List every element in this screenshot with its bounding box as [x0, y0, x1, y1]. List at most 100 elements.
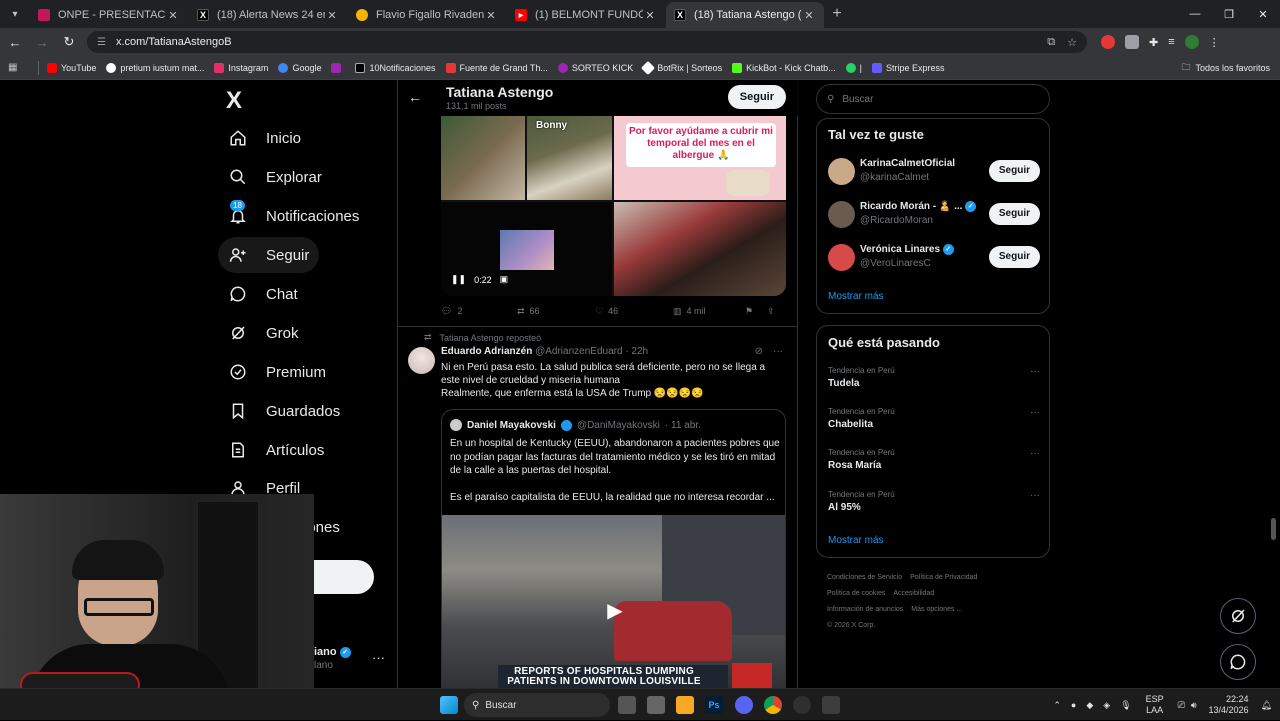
browser-tab[interactable]: ONPE - PRESENTACIÓN DE RES✕ [30, 2, 188, 28]
suggestion-item[interactable]: KarinaCalmetOficial @karinaCalmet Seguir [828, 156, 1040, 186]
follow-button[interactable]: Seguir [727, 85, 786, 109]
address-bar[interactable]: ☰ x.com/TatianaAstengoB ⧉ ☆ [87, 31, 1087, 53]
star-icon[interactable]: ☆ [1067, 36, 1077, 49]
extension-icon[interactable] [1125, 35, 1139, 49]
network-icon[interactable]: ⎚ [1178, 700, 1185, 711]
tray-app-icon[interactable]: ◆ [1086, 700, 1093, 711]
post-author[interactable]: Eduardo Adrianzén @AdrianzenEduard · 22h [441, 346, 648, 357]
account-name[interactable]: iano ✓ [314, 646, 351, 658]
tray-app-icon[interactable]: ◈ [1103, 700, 1110, 711]
more-icon[interactable]: ··· [773, 346, 783, 357]
search-input[interactable]: ⚲ Buscar [816, 84, 1050, 114]
app-icon[interactable] [647, 696, 665, 714]
close-window-button[interactable]: ✕ [1246, 0, 1280, 28]
close-tab-icon[interactable]: ✕ [484, 9, 498, 22]
forward-button[interactable]: → [30, 30, 54, 54]
repost-button[interactable]: ⇄ 66 [517, 306, 595, 317]
video-controls[interactable]: ❚❚ 0:22 ▣ [451, 274, 508, 285]
trend-item[interactable]: Tendencia en Perú Rosa María ··· [828, 448, 1040, 484]
bookmark-pretium[interactable]: pretium iustum mat... [106, 62, 204, 73]
more-icon[interactable]: ··· [1030, 366, 1040, 377]
menu-icon[interactable]: ⋮ [1209, 36, 1220, 49]
browser-tab[interactable]: Flavio Figallo Rivadeneyra es el✕ [348, 2, 506, 28]
site-info-icon[interactable]: ☰ [97, 37, 106, 48]
browser-tab-active[interactable]: X(18) Tatiana Astengo (@Tatiana✕ [666, 2, 824, 28]
task-view-icon[interactable] [618, 696, 636, 714]
quoted-post[interactable]: Daniel Mayakovski ✓ @DaniMayakovski · 11 a… [441, 409, 786, 688]
notifications-icon[interactable]: 🔔︎ [1261, 700, 1272, 711]
windows-start-icon[interactable] [440, 696, 458, 714]
all-bookmarks-folder[interactable]: 🗀 Todos los favoritos [1181, 60, 1270, 76]
bookmark-botrix[interactable]: BotRix | Sorteos [641, 60, 722, 75]
close-tab-icon[interactable]: ✕ [802, 9, 816, 22]
tab-search-button[interactable]: ▾ [4, 3, 26, 25]
maximize-button[interactable]: ❐ [1212, 0, 1246, 28]
avatar-icon[interactable] [1184, 35, 1199, 49]
bookmark-sorteo-kick[interactable]: SORTEO KICK [557, 62, 633, 73]
file-explorer-icon[interactable] [676, 696, 694, 714]
reply-button[interactable]: 💬︎ 2 [441, 306, 517, 317]
page-scrollbar[interactable] [1271, 518, 1276, 540]
grok-icon[interactable]: ⊘ [755, 346, 763, 357]
bookmark-10notificaciones[interactable]: 10Notificaciones [355, 62, 436, 73]
trend-item[interactable]: Tendencia en Perú Tudela ··· [828, 366, 1040, 402]
chrome-icon[interactable] [764, 696, 782, 714]
nav-chat[interactable]: Chat [218, 276, 308, 312]
browser-tab[interactable]: ▶(1) BELMONT FUNDÓ LA TELET✕ [507, 2, 665, 28]
follow-button[interactable]: Seguir [988, 160, 1040, 182]
photoshop-icon[interactable]: Ps [705, 696, 723, 714]
apps-icon[interactable]: ▦ [8, 62, 22, 73]
language-indicator[interactable]: ESP LAA [1146, 694, 1164, 716]
share-button[interactable]: ⇪ [767, 306, 775, 317]
bookmark-youtube[interactable]: YouTube [47, 62, 96, 73]
trends-show-more-link[interactable]: Mostrar más [828, 535, 884, 546]
microphone-icon[interactable]: 🎙︎ [1120, 700, 1131, 711]
bookmark-purple[interactable] [331, 62, 345, 73]
follow-button[interactable]: Seguir [988, 246, 1040, 268]
nav-home[interactable]: Inicio [218, 120, 311, 156]
nav-premium[interactable]: Premium [218, 354, 336, 390]
account-menu-icon[interactable]: ··· [372, 650, 385, 665]
bookmark-stripe[interactable]: Stripe Express [872, 62, 945, 73]
nav-explore[interactable]: Explorar [218, 159, 332, 195]
captions-icon[interactable]: ▣ [500, 274, 509, 285]
close-tab-icon[interactable]: ✕ [643, 9, 657, 22]
back-arrow-icon[interactable]: ← [408, 89, 422, 105]
nav-bookmarks[interactable]: Guardados [218, 393, 350, 429]
close-tab-icon[interactable]: ✕ [325, 9, 339, 22]
new-tab-button[interactable]: + [825, 2, 849, 26]
pause-icon[interactable]: ❚❚ [451, 274, 466, 285]
puzzle-icon[interactable]: ✚ [1149, 36, 1158, 49]
bookmark-grand-theft[interactable]: Fuente de Grand Th... [445, 62, 548, 73]
nav-follow[interactable]: Seguir [218, 237, 320, 273]
clock[interactable]: 22:24 13/4/2026 [1209, 694, 1249, 716]
follow-button[interactable]: Seguir [988, 203, 1040, 225]
bookmark-kickbot[interactable]: KickBot - Kick Chatb... [732, 62, 836, 73]
bookmark-whatsapp[interactable]: | [845, 62, 862, 73]
messages-fab-button[interactable] [1220, 644, 1256, 680]
suggestion-item[interactable]: Ricardo Morán - 🧑‍🍼 ... ✓ @RicardoMoran … [828, 199, 1040, 229]
nav-articles[interactable]: Artículos [218, 432, 334, 468]
bookmark-google[interactable]: Google [278, 62, 321, 73]
extension-red-icon[interactable] [1101, 35, 1115, 49]
play-icon[interactable]: ▶ [602, 597, 628, 623]
show-more-link[interactable]: Mostrar más [828, 291, 884, 302]
like-button[interactable]: ♡ 46 [595, 306, 673, 317]
obs-icon[interactable] [793, 696, 811, 714]
media-icon[interactable]: ≡ [1168, 36, 1174, 48]
tray-app-icon[interactable]: ● [1071, 700, 1076, 710]
nav-notifications[interactable]: 18 Notificaciones [218, 198, 369, 234]
grok-fab-button[interactable] [1220, 598, 1256, 634]
more-icon[interactable]: ··· [1030, 448, 1040, 459]
quote-video[interactable]: ▶ REPORTS OF HOSPITALS DUMPING PATIENTS … [442, 515, 785, 688]
back-button[interactable]: ← [3, 30, 27, 54]
chevron-up-icon[interactable]: ⌃ [1053, 700, 1061, 711]
bookmark-instagram[interactable]: Instagram [214, 62, 268, 73]
install-icon[interactable]: ⧉ [1047, 36, 1055, 49]
taskbar-search[interactable]: ⚲ Buscar [464, 693, 610, 717]
close-tab-icon[interactable]: ✕ [166, 9, 180, 22]
suggestion-item[interactable]: Verónica Linares ✓ @VeroLinaresC Seguir [828, 242, 1040, 272]
trend-item[interactable]: Tendencia en Perú Al 95% ··· [828, 490, 1040, 526]
browser-tab[interactable]: X(18) Alerta News 24 en X: "ᴘᴇ | Á✕ [189, 2, 347, 28]
reload-button[interactable]: ↻ [57, 30, 81, 54]
